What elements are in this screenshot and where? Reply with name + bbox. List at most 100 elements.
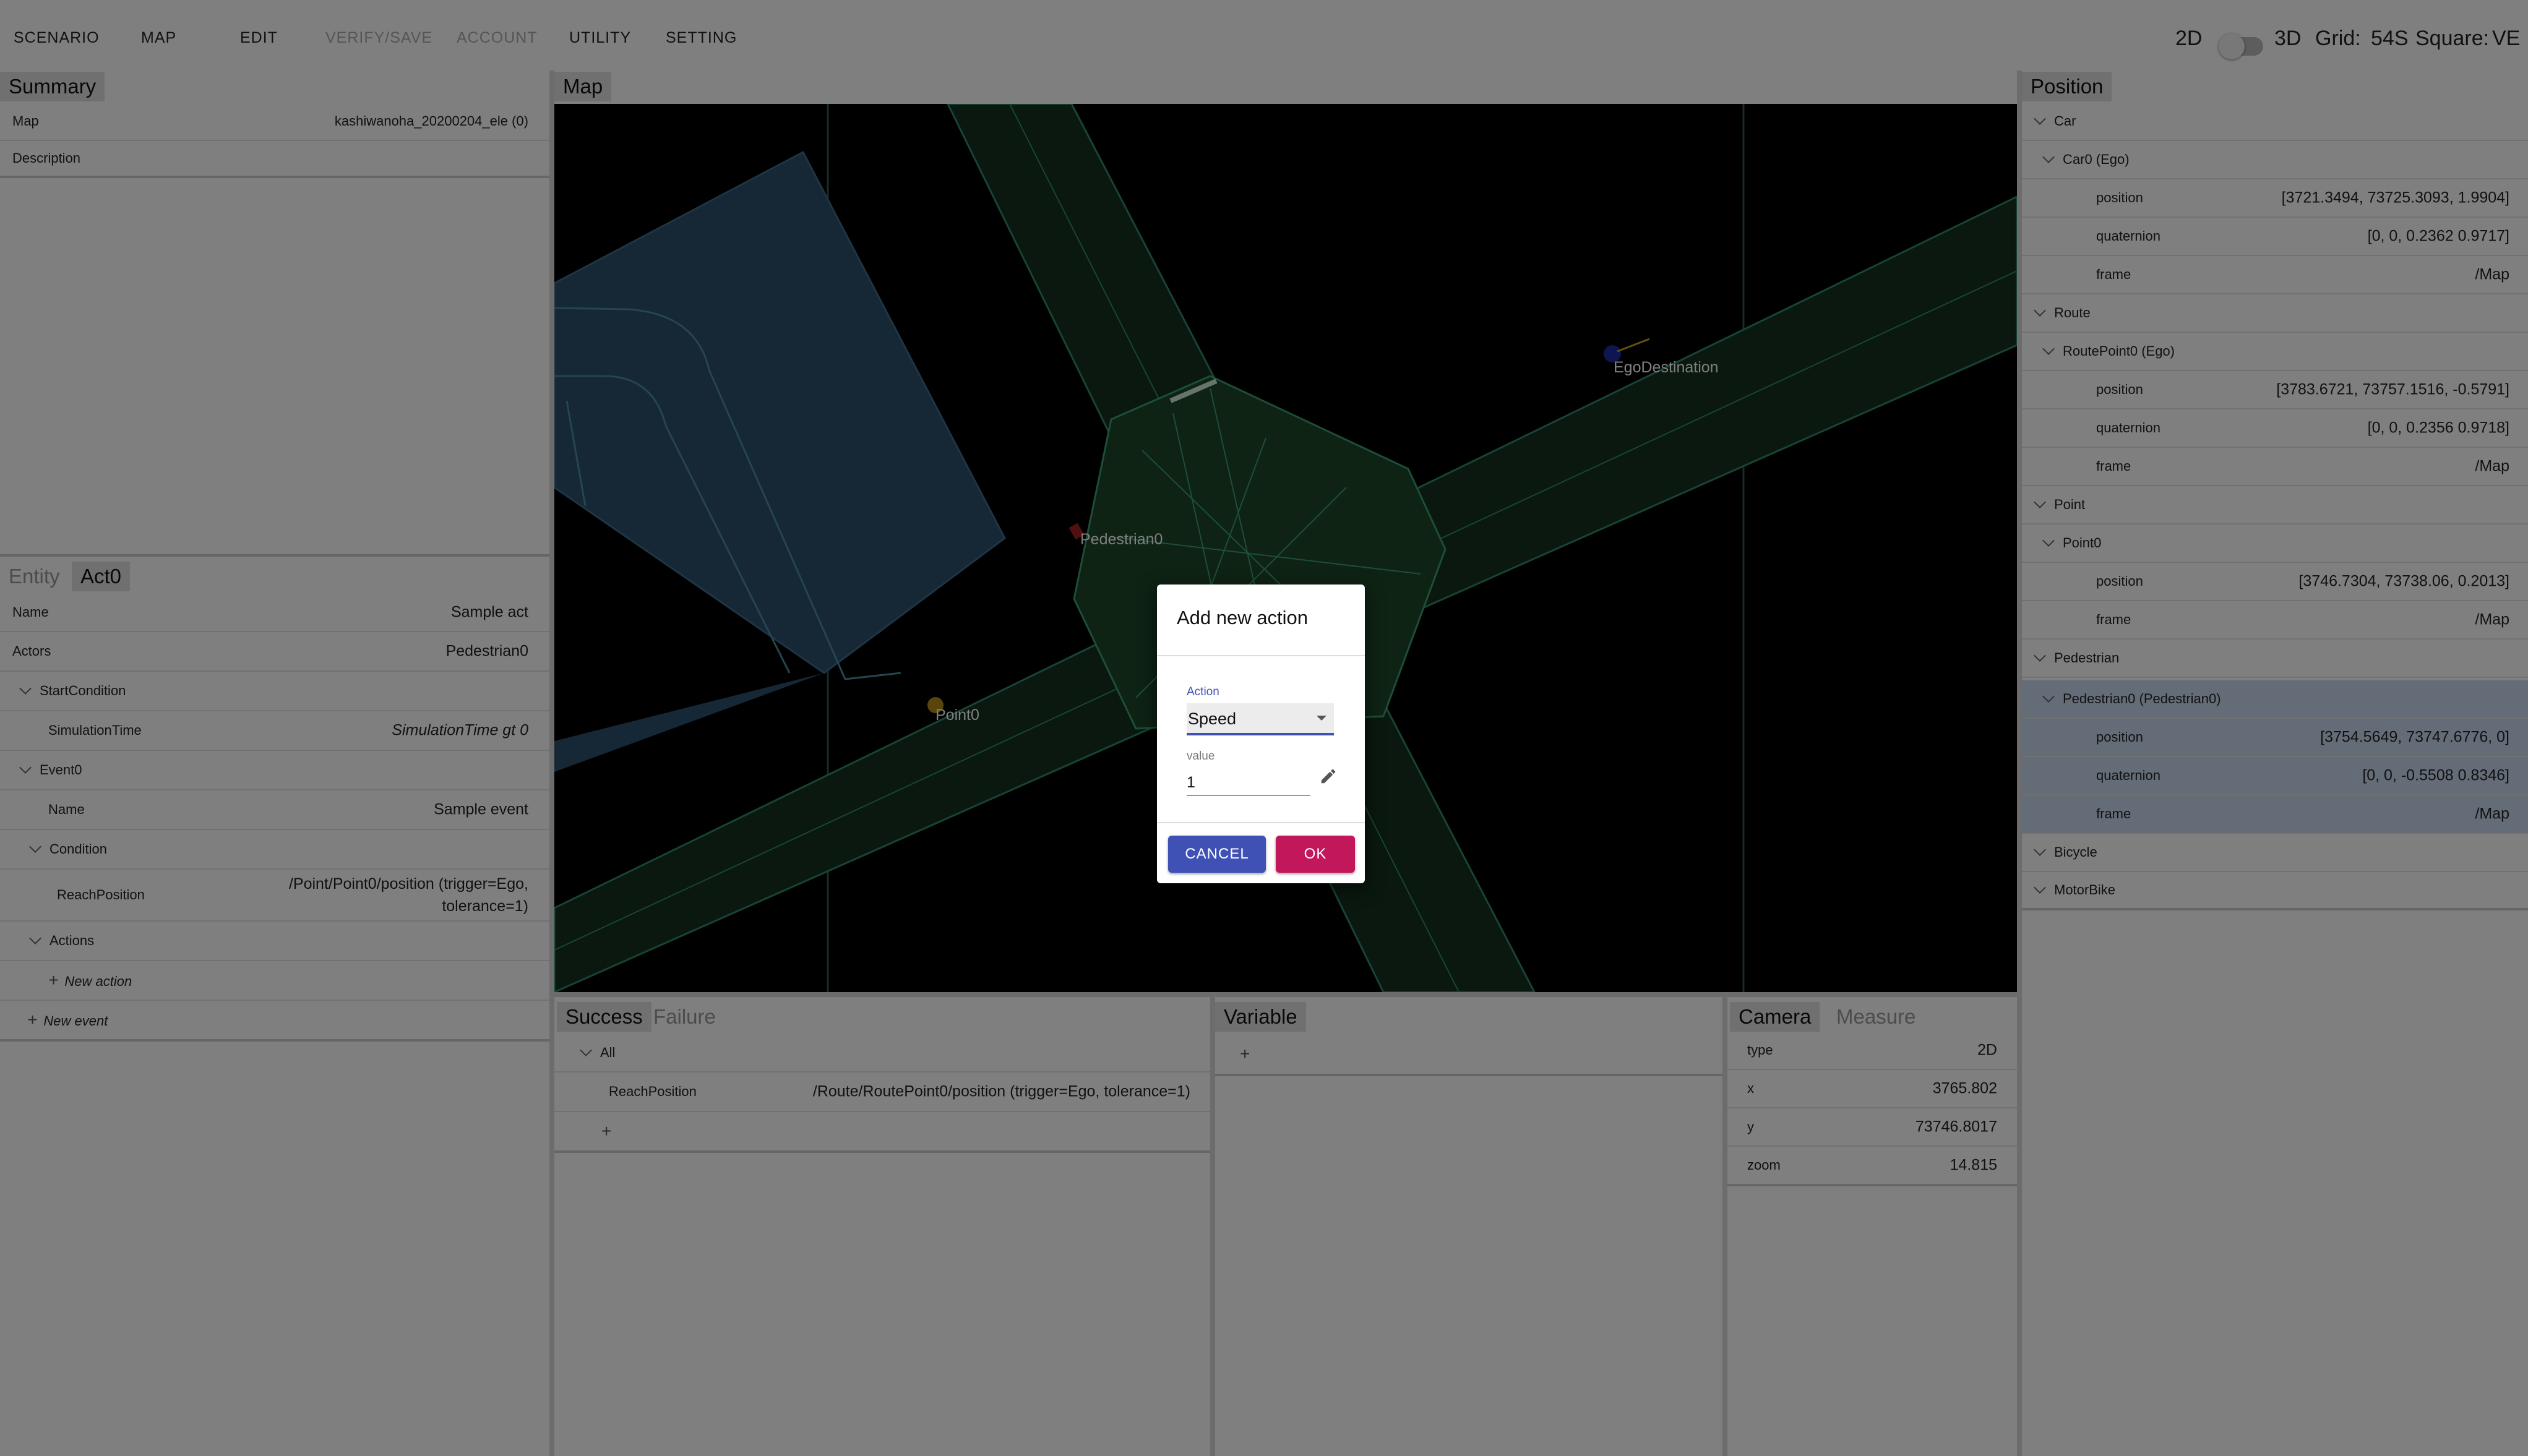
new-action-row[interactable]: + New action bbox=[0, 961, 549, 1001]
camera-y-label: y bbox=[1747, 1119, 1754, 1134]
position-row-value: [3783.6721, 73757.1516, -0.5791] bbox=[2276, 380, 2509, 398]
chevron-down-icon bbox=[2042, 690, 2055, 703]
divider-right[interactable] bbox=[2017, 71, 2022, 1456]
position-tree-row[interactable]: frame/Map bbox=[2022, 795, 2528, 834]
position-tree-row[interactable]: position [3746.7304, 73738.06, 0.2013] bbox=[2022, 563, 2528, 601]
ego-destination-heading bbox=[1617, 338, 1650, 353]
position-tree-row[interactable]: quaternion [0, 0, 0.2356 0.9718] bbox=[2022, 409, 2528, 448]
new-event-button[interactable]: + New event bbox=[27, 1010, 108, 1030]
success-all-row[interactable]: All bbox=[554, 1034, 1210, 1073]
success-panel: Success Failure All ReachPosition /Route… bbox=[554, 992, 1210, 1456]
act-actors-row[interactable]: Actors Pedestrian0 bbox=[0, 632, 549, 672]
menu-verify-save[interactable]: VERIFY/SAVE bbox=[325, 29, 432, 47]
position-tree-node[interactable]: Point0 bbox=[2022, 525, 2528, 563]
variable-add-button[interactable]: + bbox=[1240, 1044, 1250, 1064]
cancel-button[interactable]: CANCEL bbox=[1168, 836, 1266, 873]
menu-map[interactable]: MAP bbox=[141, 29, 176, 47]
menu-edit[interactable]: EDIT bbox=[240, 29, 278, 47]
position-tree-node[interactable]: MotorBike bbox=[2022, 872, 2528, 910]
tab-variable[interactable]: Variable bbox=[1215, 1002, 1306, 1032]
position-row-value: /Map bbox=[2475, 457, 2509, 475]
view-2d-label: 2D bbox=[2175, 27, 2203, 50]
chevron-down-icon bbox=[2034, 649, 2046, 662]
position-tree-row[interactable]: frame/Map bbox=[2022, 448, 2528, 486]
chevron-down-icon bbox=[580, 1044, 592, 1056]
position-tree-row[interactable]: position [3721.3494, 73725.3093, 1.9904] bbox=[2022, 179, 2528, 218]
camera-type-row[interactable]: type 2D bbox=[1727, 1032, 2017, 1070]
menu-scenario[interactable]: SCENARIO bbox=[14, 29, 100, 47]
condition-label: Condition bbox=[29, 841, 107, 857]
camera-x-label: x bbox=[1747, 1081, 1754, 1096]
action-select-value: Speed bbox=[1188, 709, 1237, 728]
divider-left[interactable] bbox=[549, 71, 554, 1456]
summary-description-row[interactable]: Description bbox=[0, 141, 549, 178]
camera-zoom-row[interactable]: zoom 14.815 bbox=[1727, 1147, 2017, 1186]
position-tree-node[interactable]: Car0 (Ego) bbox=[2022, 141, 2528, 179]
camera-x-row[interactable]: x 3765.802 bbox=[1727, 1070, 2017, 1108]
success-reach-row[interactable]: ReachPosition /Route/RoutePoint0/positio… bbox=[554, 1073, 1210, 1112]
position-tree-node[interactable]: Pedestrian bbox=[2022, 640, 2528, 678]
position-row-label: MotorBike bbox=[2034, 881, 2115, 898]
event-name-row[interactable]: Name Sample event bbox=[0, 790, 549, 830]
camera-y-row[interactable]: y 73746.8017 bbox=[1727, 1108, 2017, 1147]
position-tree-row[interactable]: frame/Map bbox=[2022, 256, 2528, 294]
menu-account[interactable]: ACCOUNT bbox=[457, 29, 538, 47]
map-area-polygon bbox=[554, 150, 1006, 674]
position-tree-node[interactable]: Bicycle bbox=[2022, 834, 2528, 872]
position-tree-node[interactable]: Car bbox=[2022, 103, 2528, 141]
position-tree-node[interactable]: Point bbox=[2022, 486, 2528, 525]
actions-row[interactable]: Actions bbox=[0, 922, 549, 961]
menu-utility[interactable]: UTILITY bbox=[569, 29, 631, 47]
map-area-polygon bbox=[554, 673, 824, 772]
pencil-icon[interactable] bbox=[1319, 767, 1338, 786]
pedestrian-map-label: Pedestrian0 bbox=[1080, 531, 1163, 548]
tab-act0[interactable]: Act0 bbox=[72, 562, 131, 591]
tab-camera[interactable]: Camera bbox=[1730, 1002, 1820, 1032]
position-row-label: Car bbox=[2034, 113, 2076, 129]
position-tree-row[interactable]: quaternion [0, 0, -0.5508 0.8346] bbox=[2022, 757, 2528, 795]
new-action-button[interactable]: + New action bbox=[48, 970, 132, 990]
new-event-row[interactable]: + New event bbox=[0, 1001, 549, 1042]
position-tree-row[interactable]: position [3783.6721, 73757.1516, -0.5791] bbox=[2022, 371, 2528, 409]
value-input[interactable]: 1 bbox=[1187, 768, 1310, 796]
position-tree-node[interactable]: Pedestrian0 (Pedestrian0) bbox=[2022, 680, 2528, 719]
position-row-label: position bbox=[2096, 190, 2143, 205]
tab-entity[interactable]: Entity bbox=[0, 562, 69, 591]
toggle-knob bbox=[2219, 33, 2245, 59]
event0-row[interactable]: Event0 bbox=[0, 751, 549, 790]
position-row-label: frame bbox=[2096, 806, 2131, 821]
ok-button[interactable]: OK bbox=[1276, 836, 1355, 873]
dialog-divider bbox=[1157, 822, 1365, 823]
position-tree-node[interactable]: RoutePoint0 (Ego) bbox=[2022, 333, 2528, 371]
condition-row[interactable]: Condition bbox=[0, 830, 549, 870]
position-tree-row[interactable]: frame/Map bbox=[2022, 601, 2528, 640]
position-tree-row[interactable]: position [3754.5649, 73747.6776, 0] bbox=[2022, 719, 2528, 757]
position-tree-node[interactable]: Route bbox=[2022, 294, 2528, 333]
action-select[interactable]: Speed bbox=[1187, 703, 1334, 735]
position-row-label: Point0 bbox=[2042, 534, 2101, 551]
act-name-row[interactable]: Name Sample act bbox=[0, 594, 549, 632]
position-tree-row[interactable]: quaternion [0, 0, 0.2362 0.9717] bbox=[2022, 218, 2528, 256]
tab-summary[interactable]: Summary bbox=[0, 72, 105, 101]
reach-position-row[interactable]: ReachPosition /Point/Point0/position (tr… bbox=[0, 870, 549, 922]
event0-label: Event0 bbox=[19, 761, 82, 778]
tab-success[interactable]: Success bbox=[557, 1002, 651, 1032]
add-action-dialog: Add new action Action Speed value 1 CANC… bbox=[1157, 585, 1365, 883]
start-condition-row[interactable]: StartCondition bbox=[0, 672, 549, 711]
position-row-label: Bicycle bbox=[2034, 844, 2097, 860]
menu-setting[interactable]: SETTING bbox=[666, 29, 737, 47]
position-row-label: Point bbox=[2034, 496, 2085, 513]
tab-measure[interactable]: Measure bbox=[1828, 1002, 1924, 1032]
position-row-value: [0, 0, -0.5508 0.8346] bbox=[2362, 766, 2509, 784]
divider-bottom-2[interactable] bbox=[1722, 992, 1727, 1456]
simulation-time-row[interactable]: SimulationTime SimulationTime gt 0 bbox=[0, 711, 549, 751]
tab-position[interactable]: Position bbox=[2022, 72, 2112, 101]
view-mode-toggle[interactable] bbox=[2219, 33, 2263, 59]
divider-bottom-1[interactable] bbox=[1210, 992, 1215, 1456]
act-actors-value: Pedestrian0 bbox=[445, 642, 528, 660]
success-add-button[interactable]: + bbox=[601, 1121, 611, 1141]
ego-destination-map-label: EgoDestination bbox=[1614, 359, 1719, 376]
position-row-label: quaternion bbox=[2096, 228, 2160, 244]
tab-map[interactable]: Map bbox=[554, 72, 612, 101]
tab-failure[interactable]: Failure bbox=[645, 1002, 724, 1032]
